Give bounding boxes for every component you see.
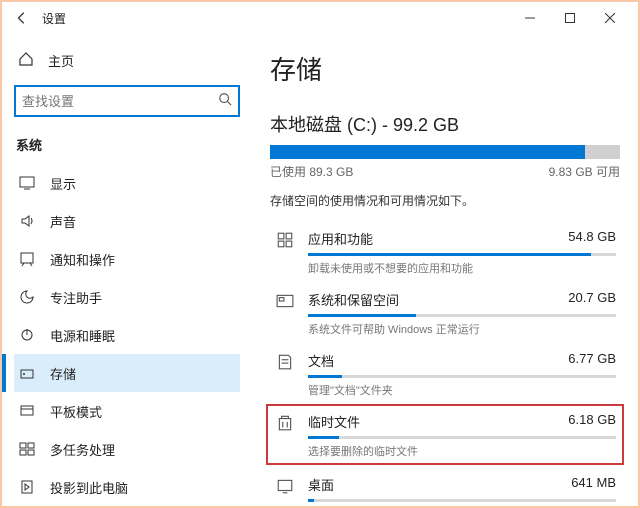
sidebar-item-label: 通知和操作: [50, 250, 115, 269]
storage-category-3[interactable]: 临时文件 6.18 GB 选择要删除的临时文件: [266, 404, 624, 465]
titlebar: 设置: [2, 2, 638, 34]
search-input[interactable]: [22, 94, 218, 109]
category-icon: [274, 414, 296, 459]
maximize-button[interactable]: [550, 4, 590, 32]
sidebar-item-7[interactable]: 多任务处理: [14, 430, 240, 468]
category-icon: [274, 477, 296, 506]
sidebar-item-3[interactable]: 专注助手: [14, 278, 240, 316]
sidebar-item-4[interactable]: 电源和睡眠: [14, 316, 240, 354]
category-size: 20.7 GB: [568, 290, 616, 309]
sidebar-item-label: 投影到此电脑: [50, 478, 128, 497]
category-subtitle: 系统文件可帮助 Windows 正常运行: [308, 321, 616, 337]
storage-category-0[interactable]: 应用和功能 54.8 GB 卸载未使用或不想要的应用和功能: [270, 221, 620, 282]
nav-icon: [18, 403, 36, 419]
category-bar: [308, 253, 616, 256]
storage-categories: 应用和功能 54.8 GB 卸载未使用或不想要的应用和功能系统和保留空间 20.7 G…: [270, 221, 620, 506]
sidebar-item-label: 多任务处理: [50, 440, 115, 459]
nav-icon: [18, 365, 36, 381]
category-bar-fill: [308, 253, 591, 256]
nav-icon: [18, 479, 36, 495]
category-title: 临时文件: [308, 412, 360, 431]
category-title: 应用和功能: [308, 229, 373, 248]
settings-window: 设置 主页 系统 显示声音通知和操作专注助手电源和睡眠存储平板模式多任务处理投影…: [0, 0, 640, 508]
category-bar-fill: [308, 499, 314, 502]
sidebar-item-2[interactable]: 通知和操作: [14, 240, 240, 278]
usage-description: 存储空间的使用情况和可用情况如下。: [270, 192, 620, 209]
category-subtitle: 选择要删除的临时文件: [308, 443, 616, 459]
category-title: 桌面: [308, 475, 334, 494]
sidebar-home-label: 主页: [48, 51, 74, 70]
storage-category-1[interactable]: 系统和保留空间 20.7 GB 系统文件可帮助 Windows 正常运行: [270, 282, 620, 343]
category-bar-fill: [308, 375, 342, 378]
disk-usage-bar: [270, 145, 620, 159]
sidebar-section-title: 系统: [14, 135, 240, 154]
storage-category-4[interactable]: 桌面641 MB管理"桌面"文件夹: [270, 467, 620, 506]
category-size: 6.18 GB: [568, 412, 616, 431]
sidebar-home[interactable]: 主页: [14, 44, 240, 77]
sidebar-item-0[interactable]: 显示: [14, 164, 240, 202]
category-bar: [308, 314, 616, 317]
storage-category-2[interactable]: 文档 6.77 GB 管理"文档"文件夹: [270, 343, 620, 404]
content-pane: 存储 本地磁盘 (C:) - 99.2 GB 已使用 89.3 GB 9.83 …: [252, 34, 638, 506]
sidebar-item-5[interactable]: 存储: [14, 354, 240, 392]
category-bar-fill: [308, 436, 339, 439]
category-bar-fill: [308, 314, 416, 317]
category-icon: [274, 231, 296, 276]
sidebar-item-label: 声音: [50, 212, 76, 231]
category-bar: [308, 375, 616, 378]
sidebar-item-label: 平板模式: [50, 402, 102, 421]
sidebar: 主页 系统 显示声音通知和操作专注助手电源和睡眠存储平板模式多任务处理投影到此电…: [2, 34, 252, 506]
minimize-button[interactable]: [510, 4, 550, 32]
nav-icon: [18, 289, 36, 305]
category-subtitle: 管理"文档"文件夹: [308, 382, 616, 398]
nav-icon: [18, 441, 36, 457]
sidebar-item-label: 显示: [50, 174, 76, 193]
page-heading: 存储: [270, 50, 620, 87]
category-size: 641 MB: [571, 475, 616, 494]
category-bar: [308, 436, 616, 439]
nav-icon: [18, 213, 36, 229]
nav-icon: [18, 327, 36, 343]
sidebar-item-6[interactable]: 平板模式: [14, 392, 240, 430]
search-icon: [218, 92, 232, 111]
disk-used-label: 已使用 89.3 GB: [270, 163, 353, 180]
category-size: 54.8 GB: [568, 229, 616, 248]
category-icon: [274, 353, 296, 398]
sidebar-item-label: 存储: [50, 364, 76, 383]
sidebar-item-8[interactable]: 投影到此电脑: [14, 468, 240, 506]
category-bar: [308, 499, 616, 502]
category-icon: [274, 292, 296, 337]
disk-usage-fill: [270, 145, 585, 159]
disk-label: 本地磁盘 (C:) - 99.2 GB: [270, 111, 620, 137]
home-icon: [18, 51, 34, 70]
back-button[interactable]: [10, 6, 34, 30]
category-size: 6.77 GB: [568, 351, 616, 370]
sidebar-item-label: 专注助手: [50, 288, 102, 307]
close-button[interactable]: [590, 4, 630, 32]
search-box[interactable]: [14, 85, 240, 117]
disk-free-label: 9.83 GB 可用: [549, 163, 620, 180]
category-title: 文档: [308, 351, 334, 370]
category-subtitle: 卸载未使用或不想要的应用和功能: [308, 260, 616, 276]
sidebar-item-label: 电源和睡眠: [50, 326, 115, 345]
window-title: 设置: [42, 10, 66, 27]
sidebar-item-1[interactable]: 声音: [14, 202, 240, 240]
nav-icon: [18, 251, 36, 267]
nav-icon: [18, 175, 36, 191]
category-title: 系统和保留空间: [308, 290, 399, 309]
sidebar-nav: 显示声音通知和操作专注助手电源和睡眠存储平板模式多任务处理投影到此电脑: [14, 164, 240, 506]
